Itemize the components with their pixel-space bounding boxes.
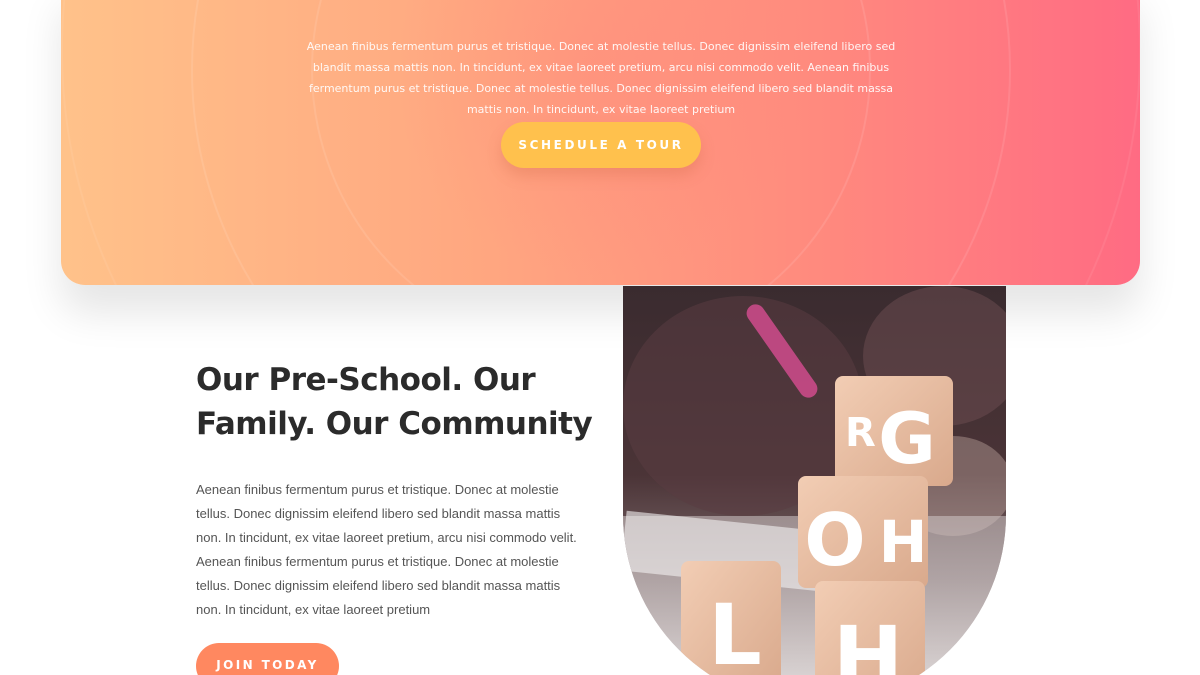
join-today-button[interactable]: JOIN TODAY [196,643,339,675]
schedule-tour-button[interactable]: SCHEDULE A TOUR [501,122,701,168]
letter-block: O H [798,476,928,588]
hero-paragraph: Aenean finibus fermentum purus et tristi… [306,40,896,116]
letter-block: H [815,581,925,675]
svg-text:R: R [845,410,876,456]
photo-illustration: G R O H L H [623,286,1006,675]
letter-block: L [681,561,781,675]
svg-text:L: L [708,586,762,675]
preschool-blocks-image: G R O H L H [623,286,1006,675]
svg-text:H: H [833,608,903,675]
section-paragraph: Aenean finibus fermentum purus et tristi… [196,482,577,617]
letter-block: G R [835,376,953,486]
section-title: Our Pre-School. Our Family. Our Communit… [196,362,593,442]
svg-text:O: O [804,498,865,582]
svg-text:H: H [879,508,928,576]
svg-text:G: G [878,398,935,480]
